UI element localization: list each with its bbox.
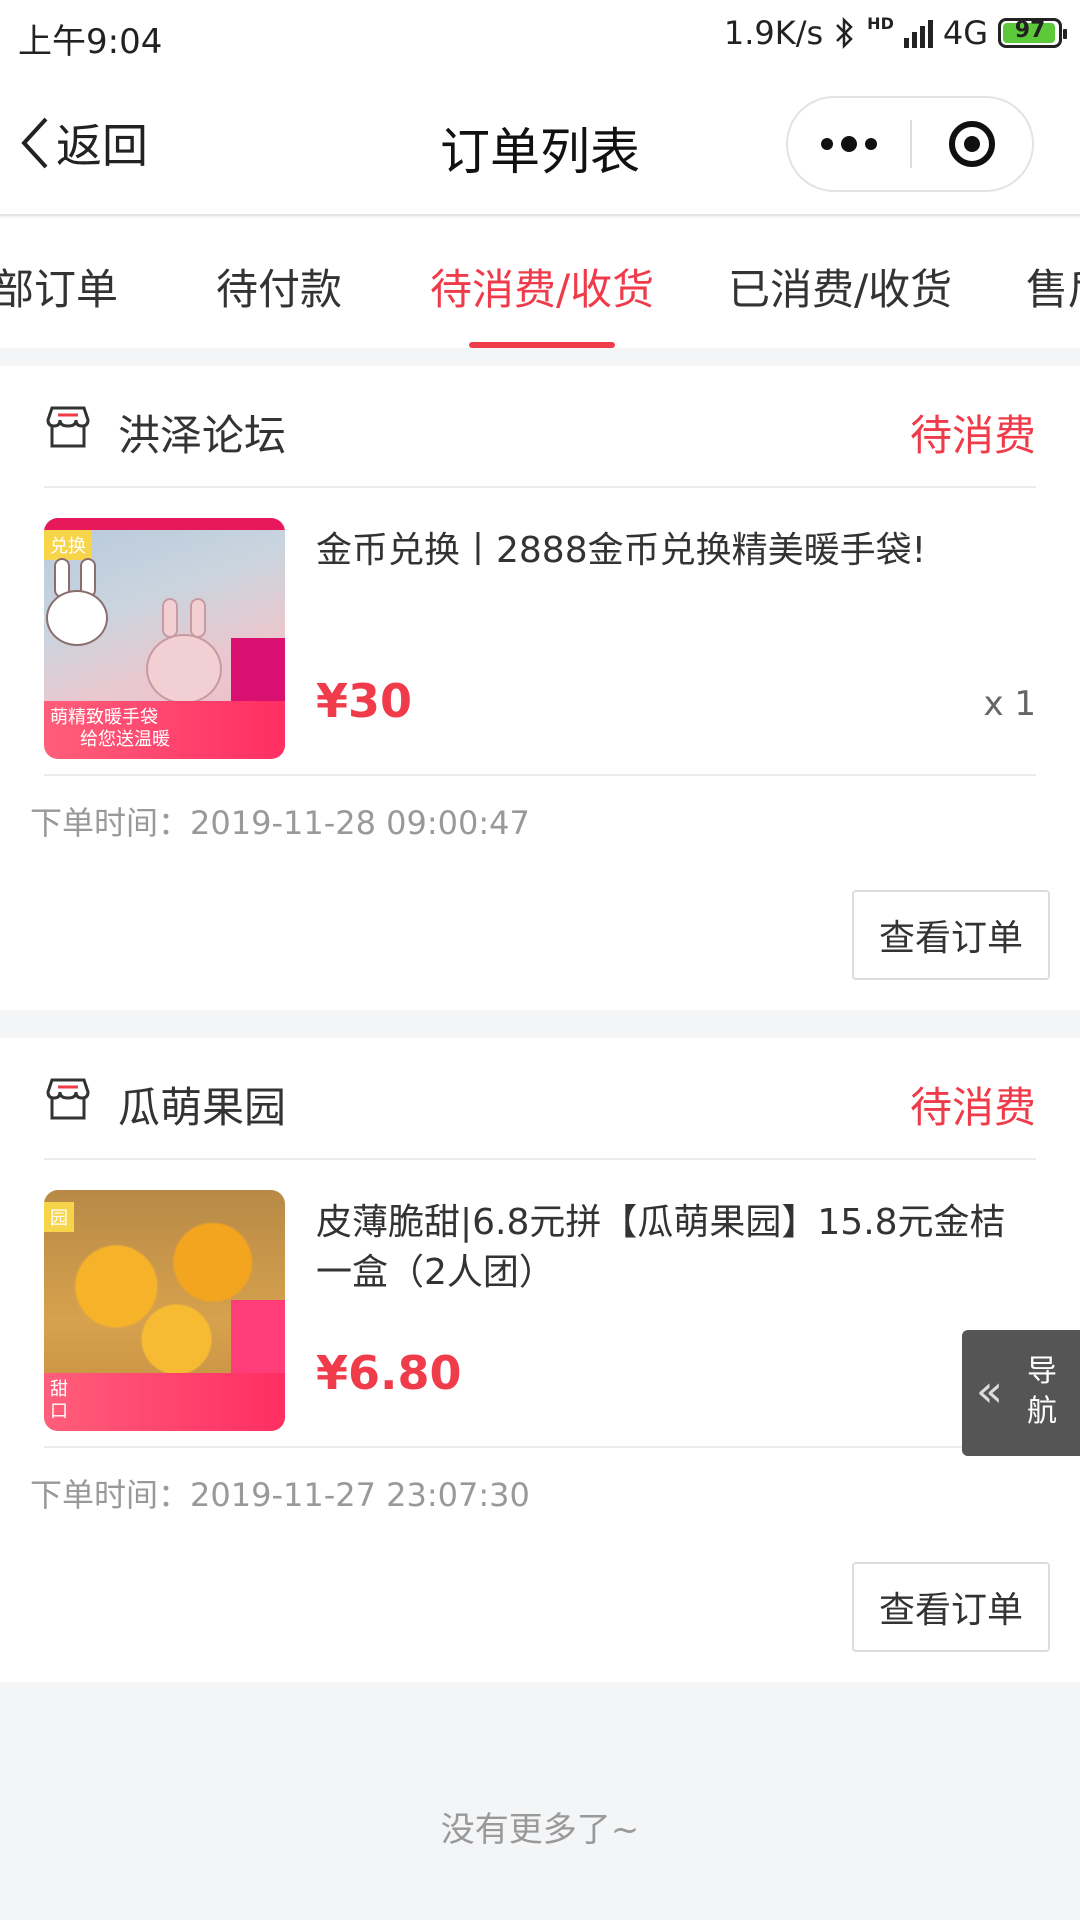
store-name[interactable]: 瓜萌果园 [118, 1074, 286, 1135]
store-header: 瓜萌果园 待消费 [44, 1038, 1036, 1160]
product-title[interactable]: 金币兑换丨2888金币兑换精美暖手袋! [316, 526, 1036, 576]
more-dot-icon [865, 138, 877, 150]
order-status: 待消费 [909, 1083, 1036, 1132]
store-icon [46, 1078, 90, 1120]
battery-icon: 97 [998, 18, 1067, 48]
view-order-button[interactable]: 查看订单 [852, 890, 1050, 980]
more-dot-icon [841, 136, 857, 152]
floating-nav-button[interactable]: « 导航 [962, 1330, 1080, 1456]
network-type: 4G [942, 14, 988, 52]
status-bar: 上午9:04 1.9K/s HD 4G 97 [0, 0, 1080, 72]
bunny-illustration [46, 590, 108, 646]
battery-level: 97 [1014, 18, 1046, 43]
product-row[interactable]: 园 甜 口 皮薄脆甜|6.8元拼【瓜萌果园】15.8元金桔一盒（2人团） ¥6.… [44, 1160, 1036, 1448]
store-icon [46, 406, 90, 448]
more-button[interactable] [788, 98, 910, 190]
product-image[interactable]: 园 甜 口 [44, 1190, 285, 1431]
order-status: 待消费 [909, 411, 1036, 460]
image-tag: 园 [44, 1202, 74, 1232]
product-title[interactable]: 皮薄脆甜|6.8元拼【瓜萌果园】15.8元金桔一盒（2人团） [316, 1198, 1036, 1298]
order-card: 瓜萌果园 待消费 园 甜 口 皮薄脆甜|6.8元拼【瓜萌果园】15.8元金桔一盒… [0, 1038, 1080, 1682]
image-tag: 兑换 [44, 530, 92, 560]
floating-nav-label: 导航 [1027, 1354, 1057, 1429]
hd-label: HD [867, 14, 894, 33]
order-list-screen: 上午9:04 1.9K/s HD 4G 97 返回 订单列表 部订单 待付款 待… [0, 0, 1080, 1920]
target-icon [949, 121, 995, 167]
product-image[interactable]: 兑换 萌精致暖手袋 给您送温暖 [44, 518, 285, 759]
network-speed: 1.9K/s [723, 14, 824, 52]
order-card: 洪泽论坛 待消费 兑换 萌精致暖手袋 给您送温暖 金币兑换丨2888金币兑换精美… [0, 366, 1080, 1010]
image-banner: 萌精致暖手袋 给您送温暖 [44, 701, 285, 759]
order-status-tabs: 全部订单 待付款 待消费/收货 已消费/收货 售后 [0, 218, 1080, 348]
bluetooth-icon [836, 16, 853, 50]
view-order-button[interactable]: 查看订单 [852, 1562, 1050, 1652]
tab-consumed[interactable]: 已消费/收货 [728, 256, 952, 317]
bunny-illustration [146, 634, 222, 704]
product-quantity: x 1 [983, 684, 1036, 724]
order-time: 下单时间：2019-11-27 23:07:30 [30, 1476, 530, 1514]
status-indicators: 1.9K/s HD 4G 97 [723, 14, 1067, 52]
store-header: 洪泽论坛 待消费 [44, 366, 1036, 488]
no-more-text: 没有更多了~ [440, 1810, 640, 1850]
tab-pending-consumption[interactable]: 待消费/收货 [430, 256, 654, 317]
product-price: ¥30 [316, 674, 413, 728]
tab-all-orders[interactable]: 全部订单 [0, 256, 118, 317]
close-miniprogram-button[interactable] [912, 98, 1032, 190]
product-price: ¥6.80 [316, 1346, 462, 1400]
navigation-bar: 返回 订单列表 [0, 72, 1080, 216]
image-banner: 甜 口 [44, 1373, 285, 1431]
tab-pending-payment[interactable]: 待付款 [216, 256, 342, 317]
order-time: 下单时间：2019-11-28 09:00:47 [30, 804, 530, 842]
signal-icon [903, 18, 933, 48]
double-chevron-left-icon: « [976, 1366, 1003, 1417]
store-name[interactable]: 洪泽论坛 [118, 402, 286, 463]
tab-after-sales[interactable]: 售后 [1026, 256, 1080, 317]
more-dot-icon [821, 138, 833, 150]
miniprogram-capsule [786, 96, 1034, 192]
active-tab-indicator [469, 342, 615, 348]
status-time: 上午9:04 [18, 22, 163, 62]
product-row[interactable]: 兑换 萌精致暖手袋 给您送温暖 金币兑换丨2888金币兑换精美暖手袋! ¥30 … [44, 488, 1036, 776]
